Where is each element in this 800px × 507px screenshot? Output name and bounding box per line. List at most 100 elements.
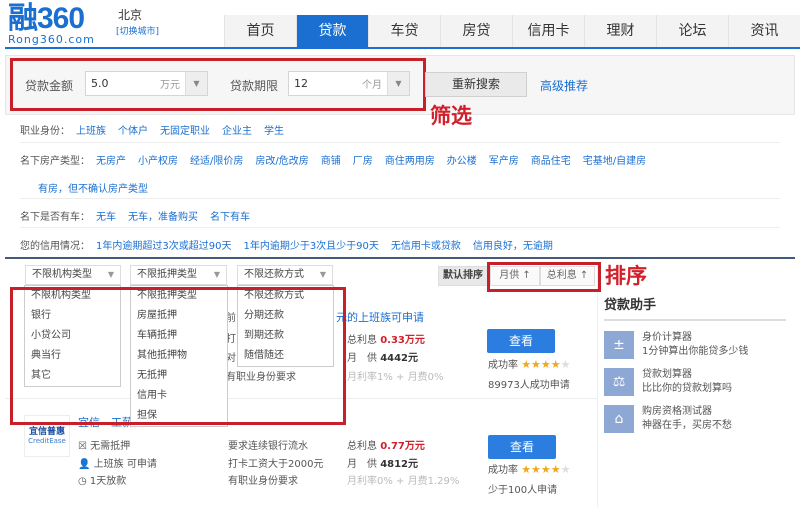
filter-option[interactable]: 有房，但不确认房产类型 (38, 184, 148, 195)
research-button[interactable]: 重新搜索 (425, 72, 527, 97)
product-requirement: 有职业身份要求 (228, 476, 298, 487)
tool-desc: 1分钟算出你能贷多少钱 (642, 346, 749, 357)
switch-city-link[interactable]: [切换城市] (116, 24, 159, 37)
filter-option[interactable]: 1年内逾期少于3次且少于90天 (243, 241, 378, 252)
main-nav: 首页 贷款 车贷 房贷 信用卡 理财 论坛 资讯 (224, 15, 800, 47)
sidebar-title: 贷款助手 (604, 294, 786, 321)
repayment-select[interactable]: 不限还款方式 ▼ (237, 265, 333, 285)
dropdown-highlight-box (10, 287, 346, 425)
filter-option[interactable]: 无房产 (96, 156, 126, 167)
filter-label: 职业身份： (20, 126, 70, 137)
user-icon: 👤 (78, 459, 91, 470)
filter-option[interactable]: 无车，准备购买 (128, 212, 198, 223)
interest-label: 总利息 (347, 441, 377, 452)
product-attr: 上班族 可申请 (93, 459, 157, 470)
logo-sub: CreditEase (28, 437, 66, 445)
logo[interactable]: 融360 Rong360.com (8, 4, 95, 46)
nav-tab-finance[interactable]: 理财 (584, 15, 656, 47)
nav-tab-news[interactable]: 资讯 (728, 15, 800, 47)
applicants-count: 89973人成功申请 (488, 380, 570, 391)
logo-domain: Rong360.com (8, 33, 95, 46)
sidebar-item-house-eligibility[interactable]: ⌂ 购房资格测试器 神器在手，买房不愁 (604, 405, 794, 433)
sort-default-button[interactable]: 默认排序 (438, 266, 488, 286)
sidebar-item-loan-comparer[interactable]: ⚖ 贷款划算器 比比你的贷款划算吗 (604, 368, 794, 396)
filter-option[interactable]: 办公楼 (447, 156, 477, 167)
monthly-value: 4442元 (380, 353, 419, 364)
nav-tab-forum[interactable]: 论坛 (656, 15, 728, 47)
filter-option[interactable]: 商住两用房 (385, 156, 435, 167)
filter-option[interactable]: 无车 (96, 212, 116, 223)
amount-value: 5.0 (91, 77, 109, 90)
amount-label: 贷款金额 (25, 79, 74, 93)
filter-option[interactable]: 商品住宅 (531, 156, 571, 167)
sidebar-item-worth-calculator[interactable]: ± 身价计算器 1分钟算出你能贷多少钱 (604, 331, 794, 359)
interest-value: 0.33万元 (380, 335, 425, 346)
current-city: 北京 (118, 8, 143, 22)
star-icon: ★★★★ (521, 358, 561, 371)
filter-option[interactable]: 军产房 (489, 156, 519, 167)
filter-option[interactable]: 学生 (264, 126, 284, 137)
nav-divider (5, 47, 800, 49)
nav-tab-car-loan[interactable]: 车贷 (368, 15, 440, 47)
term-value: 12 (294, 77, 308, 90)
term-label: 贷款期限 (230, 79, 279, 93)
filter-option[interactable]: 无信用卡或贷款 (391, 241, 461, 252)
tool-title: 身价计算器 (642, 332, 692, 343)
filter-option[interactable]: 无固定职业 (160, 126, 210, 137)
applicants-count: 少于100人申请 (488, 485, 558, 496)
product-requirement: 要求连续银行流水 (228, 441, 308, 452)
view-button[interactable]: 查看 (488, 435, 556, 459)
filter-option[interactable]: 厂房 (353, 156, 373, 167)
filter-credit: 您的信用情况： 1年内逾期超过3次或超过90天 1年内逾期少于3次且少于90天 无信用… (20, 237, 780, 252)
filter-label: 名下是否有车： (20, 212, 90, 223)
collateral-type-select[interactable]: 不限抵押类型 ▼ (130, 265, 227, 285)
chevron-down-icon[interactable]: ▼ (185, 72, 207, 95)
tool-title: 贷款划算器 (642, 369, 692, 380)
divider (20, 198, 780, 199)
chevron-down-icon: ▼ (213, 270, 220, 279)
nav-tab-mortgage[interactable]: 房贷 (440, 15, 512, 47)
amount-input[interactable]: 5.0 万元 ▼ (85, 71, 208, 96)
select-value: 不限抵押类型 (137, 269, 197, 280)
filter-property: 名下房产类型： 无房产 小产权房 经适/限价房 房改/危改房 商铺 厂房 商住两用房 办公楼 军产… (20, 152, 780, 167)
interest-value: 0.77万元 (380, 441, 425, 452)
nav-tab-home[interactable]: 首页 (224, 15, 296, 47)
filter-option[interactable]: 1年内逾期超过3次或超过90天 (96, 241, 231, 252)
logo-text: 宜信普惠 (28, 427, 65, 437)
filter-car: 名下是否有车： 无车 无车，准备购买 名下有车 (20, 208, 780, 223)
filter-option[interactable]: 商铺 (321, 156, 341, 167)
no-collateral-icon: ☒ (78, 441, 87, 452)
monthly-value: 4812元 (380, 459, 419, 470)
amount-unit: 万元 (160, 80, 180, 91)
success-label: 成功率 (488, 465, 518, 476)
interest-label: 总利息 (347, 335, 377, 346)
product-title[interactable]: 元的上班族可申请 (336, 309, 424, 325)
monthly-label: 月 供 (347, 353, 377, 364)
filter-option[interactable]: 企业主 (222, 126, 252, 137)
advanced-recommend-link[interactable]: 高级推荐 (540, 77, 588, 94)
nav-tab-credit-card[interactable]: 信用卡 (512, 15, 584, 47)
filter-option[interactable]: 小产权房 (138, 156, 178, 167)
section-divider (5, 257, 795, 259)
institution-type-select[interactable]: 不限机构类型 ▼ (25, 265, 121, 285)
nav-tab-loan[interactable]: 贷款 (296, 15, 368, 47)
filter-option[interactable]: 名下有车 (210, 212, 250, 223)
tool-desc: 神器在手，买房不愁 (642, 420, 732, 431)
term-unit: 个月 (362, 80, 382, 91)
filter-option[interactable]: 上班族 (76, 126, 106, 137)
rate-text: 月利率1% + 月费0% (347, 372, 444, 383)
divider (20, 227, 780, 228)
term-input[interactable]: 12 个月 ▼ (288, 71, 410, 96)
star-empty-icon: ★ (560, 463, 571, 476)
filter-option[interactable]: 宅基地/自建房 (583, 156, 646, 167)
filter-label: 您的信用情况： (20, 241, 90, 252)
select-value: 不限还款方式 (244, 269, 304, 280)
filter-option[interactable]: 房改/危改房 (255, 156, 308, 167)
tool-title: 购房资格测试器 (642, 406, 712, 417)
chevron-down-icon[interactable]: ▼ (387, 72, 409, 95)
filter-option[interactable]: 经适/限价房 (190, 156, 243, 167)
select-value: 不限机构类型 (32, 269, 92, 280)
filter-option[interactable]: 个体户 (118, 126, 148, 137)
view-button[interactable]: 查看 (487, 329, 555, 353)
filter-option[interactable]: 信用良好，无逾期 (473, 241, 553, 252)
